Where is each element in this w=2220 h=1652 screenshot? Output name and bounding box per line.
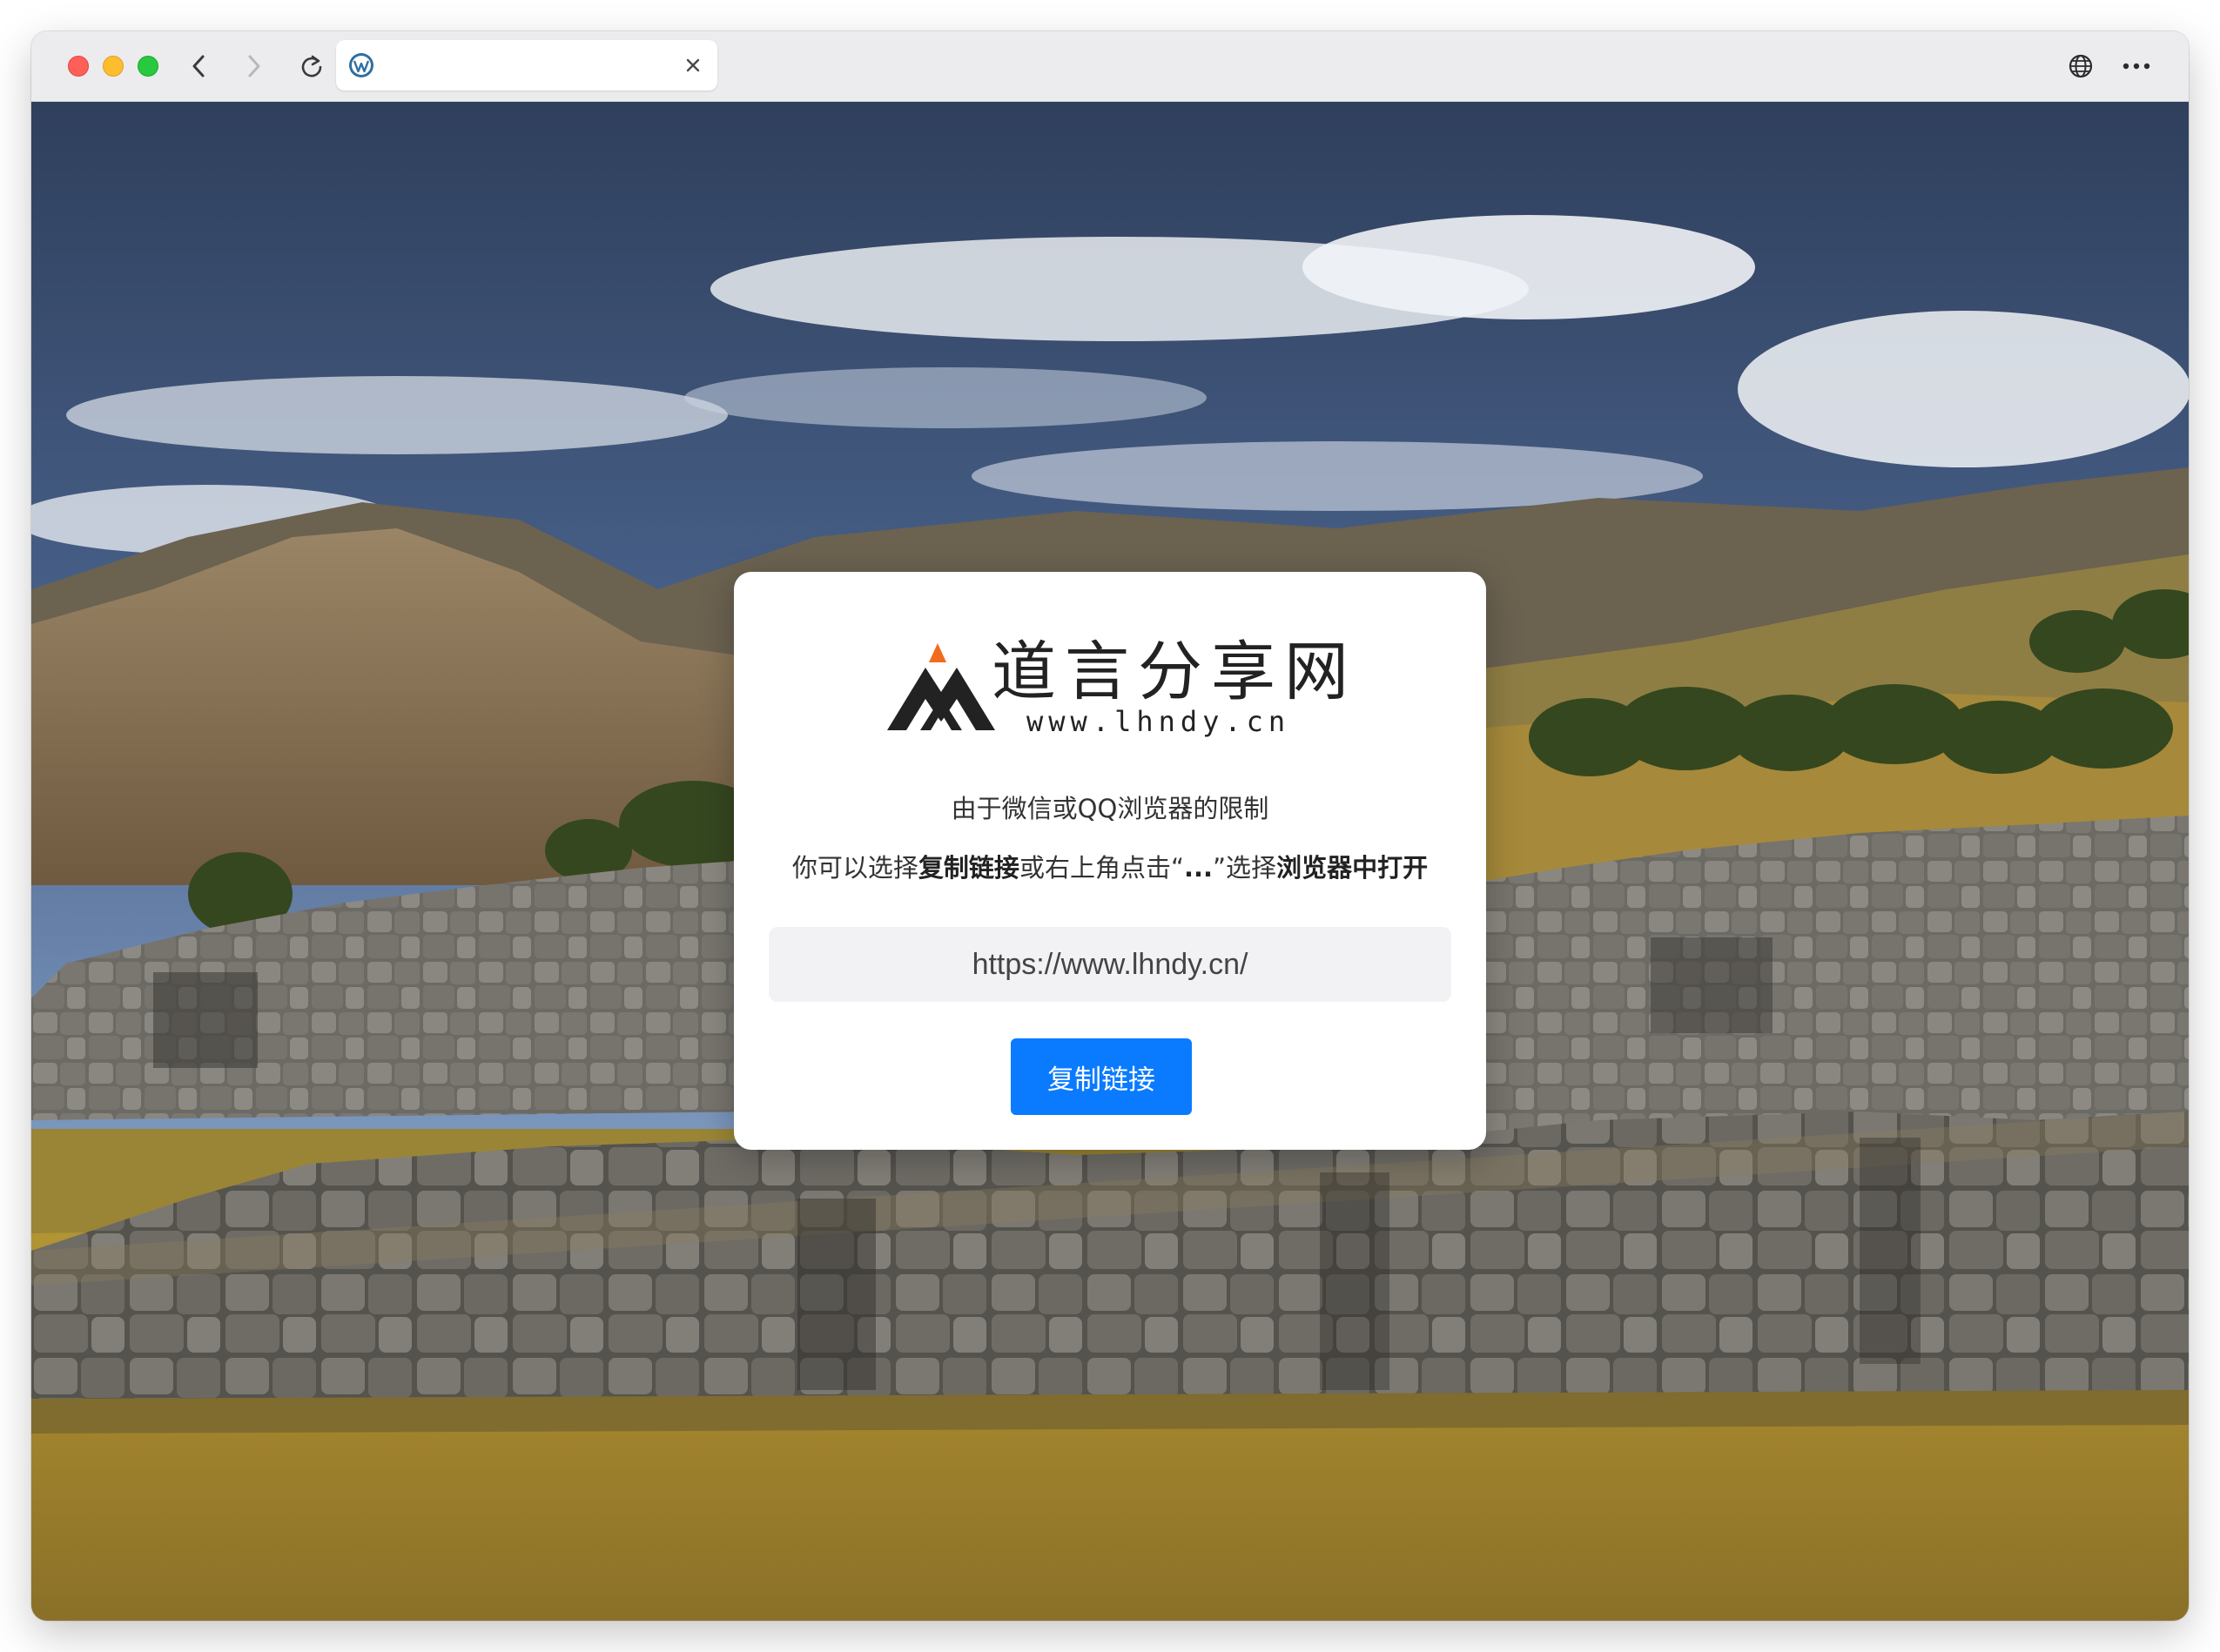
forward-button[interactable]	[237, 49, 272, 84]
site-logo: 道言分享网 www.lhndy.cn	[885, 635, 1349, 739]
tab-close-button[interactable]	[681, 53, 705, 77]
link-url-field[interactable]	[769, 927, 1451, 1002]
browser-titlebar	[31, 31, 2189, 102]
close-icon	[686, 58, 700, 72]
copy-link-button[interactable]: 复制链接	[1011, 1038, 1192, 1115]
instruction-part-bold: 浏览器中打开	[1276, 853, 1429, 883]
reload-button[interactable]	[294, 49, 329, 84]
chevron-left-icon	[192, 55, 205, 77]
restriction-message: 由于微信或QQ浏览器的限制	[951, 794, 1269, 823]
instruction-part: 或右上角点击“	[1019, 853, 1184, 883]
close-window-button[interactable]	[68, 56, 89, 77]
more-icon	[2122, 63, 2150, 70]
open-in-browser-dialog: 道言分享网 www.lhndy.cn 由于微信或QQ浏览器的限制 你可以选择复制…	[734, 572, 1486, 1150]
logo-url: www.lhndy.cn	[1026, 705, 1291, 738]
translate-button[interactable]	[2065, 50, 2096, 82]
more-menu-button[interactable]	[2119, 50, 2154, 82]
minimize-window-button[interactable]	[103, 56, 124, 77]
instruction-part: 你可以选择	[791, 853, 918, 883]
instruction-part: ”选择	[1213, 853, 1277, 883]
globe-icon	[2069, 54, 2093, 78]
instruction-part-bold: 复制链接	[918, 853, 1019, 883]
logo-title: 道言分享网	[992, 635, 1357, 709]
wordpress-icon	[349, 53, 373, 77]
reload-icon	[301, 55, 322, 77]
page-content: 道言分享网 www.lhndy.cn 由于微信或QQ浏览器的限制 你可以选择复制…	[31, 102, 2189, 1621]
browser-tab[interactable]	[336, 40, 717, 91]
browser-window: 道言分享网 www.lhndy.cn 由于微信或QQ浏览器的限制 你可以选择复制…	[31, 31, 2189, 1621]
instruction-message: 你可以选择复制链接或右上角点击“...”选择浏览器中打开	[734, 850, 1486, 885]
maximize-window-button[interactable]	[138, 56, 158, 77]
back-button[interactable]	[181, 49, 216, 84]
chevron-right-icon	[248, 55, 260, 77]
logo-mark-icon	[887, 643, 995, 730]
instruction-part-bold: ...	[1183, 853, 1214, 883]
